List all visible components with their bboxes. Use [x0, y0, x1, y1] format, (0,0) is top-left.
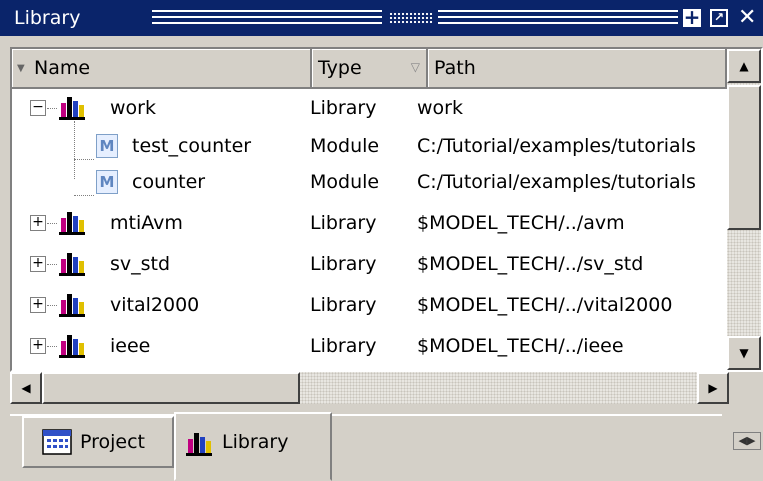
close-icon[interactable]: ✕: [738, 7, 756, 29]
row-path: $MODEL_TECH/../ieee: [417, 335, 624, 357]
module-icon: M: [96, 134, 118, 158]
row-name: counter: [132, 171, 206, 193]
sort-icon[interactable]: ▼: [17, 63, 25, 74]
expand-icon[interactable]: +: [30, 338, 46, 354]
column-header-name[interactable]: ▼ Name: [12, 49, 312, 89]
library-icon: [58, 331, 86, 359]
tab-scroll-arrows-icon[interactable]: ◀▶: [733, 432, 761, 450]
expand-icon[interactable]: +: [30, 256, 46, 272]
module-icon: M: [96, 170, 118, 194]
tree-row-vital2000[interactable]: + vital2000 Library $MODEL_TECH/../vital…: [12, 286, 727, 324]
vertical-scrollbar[interactable]: ▲ ▼: [727, 49, 761, 370]
filter-icon[interactable]: ▽: [411, 60, 420, 74]
row-path: work: [417, 97, 463, 119]
expand-icon[interactable]: +: [30, 215, 46, 231]
project-icon: [42, 429, 72, 455]
panel-title: Library: [14, 7, 81, 29]
collapse-icon[interactable]: −: [30, 100, 46, 116]
expand-icon[interactable]: +: [30, 297, 46, 313]
tree-row-mtiavm[interactable]: + mtiAvm Library $MODEL_TECH/../avm: [12, 204, 727, 242]
tab-strip: Project Library ◀▶: [0, 404, 763, 481]
horizontal-scroll-thumb[interactable]: [42, 372, 300, 404]
row-type: Module: [310, 135, 380, 157]
row-type: Module: [310, 171, 380, 193]
tree-row-ieee[interactable]: + ieee Library $MODEL_TECH/../ieee: [12, 327, 727, 365]
undock-icon[interactable]: ↗: [710, 9, 728, 27]
row-type: Library: [310, 335, 377, 357]
row-name: vital2000: [110, 294, 200, 316]
vertical-scroll-thumb[interactable]: [727, 85, 761, 230]
row-name: work: [110, 97, 156, 119]
tab-library[interactable]: Library: [174, 412, 332, 481]
tree-line: [47, 264, 57, 265]
column-header-path[interactable]: Path: [428, 49, 727, 89]
scroll-left-icon[interactable]: ◀: [10, 372, 42, 404]
column-header-type[interactable]: Type ▽: [312, 49, 428, 89]
row-path: C:/Tutorial/examples/tutorials: [417, 135, 696, 157]
maximize-icon[interactable]: +: [683, 7, 701, 27]
row-path: $MODEL_TECH/../vital2000: [417, 294, 673, 316]
tree-row-work[interactable]: − work Library work: [12, 89, 727, 127]
column-header-row: ▼ Name Type ▽ Path: [12, 49, 727, 89]
column-header-name-label: Name: [34, 57, 91, 79]
row-path: $MODEL_TECH/../avm: [417, 212, 625, 234]
titlebar-grip[interactable]: [152, 10, 382, 26]
library-icon: [58, 249, 86, 277]
scroll-down-icon[interactable]: ▼: [727, 336, 761, 370]
tree-line: [47, 305, 57, 306]
row-type: Library: [310, 294, 377, 316]
horizontal-scrollbar[interactable]: ◀ ▶: [10, 372, 729, 404]
row-type: Library: [310, 253, 377, 275]
tree-row-counter[interactable]: M counter Module C:/Tutorial/examples/tu…: [12, 163, 727, 201]
tree-rows: − work Library work M test_counter Modul…: [12, 89, 727, 369]
row-type: Library: [310, 212, 377, 234]
row-path: $MODEL_TECH/../sv_std: [417, 253, 644, 275]
library-icon: [58, 208, 86, 236]
tab-project-label: Project: [80, 431, 146, 453]
tab-project[interactable]: Project: [22, 416, 174, 468]
titlebar-grip-right[interactable]: [438, 10, 678, 26]
tab-library-label: Library: [222, 430, 289, 453]
column-header-type-label: Type: [318, 57, 362, 79]
row-name: mtiAvm: [110, 212, 183, 234]
tree-row-test-counter[interactable]: M test_counter Module C:/Tutorial/exampl…: [12, 127, 727, 165]
scroll-up-icon[interactable]: ▲: [727, 49, 761, 83]
row-name: ieee: [110, 335, 151, 357]
tree-line: [47, 346, 57, 347]
library-list-panel: ▼ Name Type ▽ Path − work Library work M…: [10, 47, 763, 372]
row-name: sv_std: [110, 253, 171, 275]
library-icon: [58, 290, 86, 318]
library-icon: [184, 429, 214, 456]
tree-line: [47, 223, 57, 224]
scroll-right-icon[interactable]: ▶: [697, 372, 729, 404]
row-path: C:/Tutorial/examples/tutorials: [417, 171, 696, 193]
column-header-path-label: Path: [434, 57, 476, 79]
titlebar-grip-dots[interactable]: [389, 12, 433, 24]
tree-row-sv-std[interactable]: + sv_std Library $MODEL_TECH/../sv_std: [12, 245, 727, 283]
tab-divider: [332, 414, 722, 416]
library-icon: [58, 93, 86, 121]
row-type: Library: [310, 97, 377, 119]
row-name: test_counter: [132, 135, 252, 157]
tree-line: [47, 108, 57, 109]
